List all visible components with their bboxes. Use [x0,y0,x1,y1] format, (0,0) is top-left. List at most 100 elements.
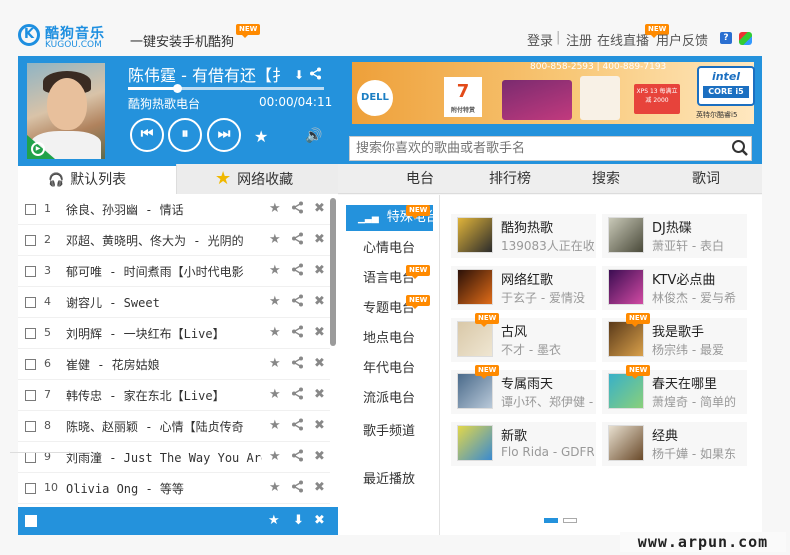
radio-title[interactable]: 网络红歌 [501,269,594,288]
radio-thumbnail[interactable] [457,425,493,461]
radio-card[interactable]: 酷狗热歌 139083人正在收听 [451,214,596,258]
radio-thumbnail[interactable] [608,373,644,409]
delete-icon[interactable]: ✖ [314,325,325,340]
row-checkbox[interactable] [25,328,36,339]
download-all-icon[interactable]: ⬇ [293,513,304,528]
side-region[interactable]: 地点电台 [338,325,440,353]
radio-title[interactable]: 新歌 [501,425,594,444]
share-icon[interactable] [291,418,304,435]
row-checkbox[interactable] [25,297,36,308]
search-icon[interactable] [731,139,749,157]
share-icon[interactable] [291,201,304,218]
search-input[interactable] [349,136,752,161]
favorite-star-icon[interactable]: ★ [254,127,268,146]
radio-thumbnail[interactable] [457,321,493,357]
radio-card[interactable]: 网络红歌 于玄子 - 爱情没 [451,266,596,310]
row-checkbox[interactable] [25,421,36,432]
row-checkbox[interactable] [25,483,36,494]
radio-thumbnail[interactable] [608,425,644,461]
radio-card[interactable]: 我是歌手 杨宗纬 - 最爱 NEW [602,313,747,362]
radio-title[interactable]: 专属雨天 [501,373,594,392]
nav-charts[interactable]: 排行榜 [489,164,531,194]
side-genre[interactable]: 流派电台 [338,385,440,413]
side-singer[interactable]: 歌手频道 [338,418,440,446]
side-recent[interactable]: 最近播放 [338,466,440,494]
help-icon[interactable]: ? [720,32,732,44]
share-icon[interactable] [291,387,304,404]
favorite-star-icon[interactable]: ★ [269,418,281,433]
row-checkbox[interactable] [25,266,36,277]
playlist-row[interactable]: 3 郁可唯 - 时间煮雨【小时代电影 ★ ✖ [18,256,330,287]
nav-radio[interactable]: 电台 [406,164,434,194]
radio-card[interactable]: 古风 不才 - 墨衣 NEW [451,313,596,362]
share-icon[interactable] [291,232,304,249]
favorite-star-icon[interactable]: ★ [269,480,281,495]
progress-knob[interactable] [173,84,182,93]
share-icon[interactable] [291,294,304,311]
favorite-star-icon[interactable]: ★ [269,263,281,278]
row-checkbox[interactable] [25,204,36,215]
favorite-star-icon[interactable]: ★ [269,449,281,464]
favorite-star-icon[interactable]: ★ [269,294,281,309]
share-icon[interactable] [291,356,304,373]
radio-thumbnail[interactable] [457,373,493,409]
favorite-star-icon[interactable]: ★ [269,201,281,216]
radio-thumbnail[interactable] [608,217,644,253]
playlist-row[interactable]: 6 崔健 - 花房姑娘 ★ ✖ [18,349,330,380]
login-link[interactable]: 登录 [527,30,553,49]
song-name[interactable]: 徐良、孙羽幽 - 情话 [66,201,262,218]
delete-icon[interactable]: ✖ [314,201,325,216]
radio-thumbnail[interactable] [457,269,493,305]
favorite-star-icon[interactable]: ★ [269,232,281,247]
radio-card[interactable]: 专属雨天 谭小环、郑伊健 - NEW [451,365,596,414]
radio-thumbnail[interactable] [608,321,644,357]
row-checkbox[interactable] [25,359,36,370]
side-era[interactable]: 年代电台 [338,355,440,383]
row-checkbox[interactable] [25,452,36,463]
radio-card[interactable]: 春天在哪里 萧煌奇 - 简单的 NEW [602,365,747,414]
skin-icon[interactable] [739,32,752,45]
favorite-star-icon[interactable]: ★ [269,356,281,371]
song-name[interactable]: 郁可唯 - 时间煮雨【小时代电影 [66,263,262,280]
side-mood[interactable]: 心情电台 [338,235,440,263]
playlist-row[interactable]: 9 刘雨潼 - Just The Way You Are ★ ✖ [18,442,330,473]
pause-button[interactable]: ⏸ [168,118,202,152]
radio-card[interactable]: 新歌 Flo Rida - GDFR [451,422,596,466]
song-name[interactable]: 谢容儿 - Sweet [66,294,262,311]
radio-title[interactable]: 春天在哪里 [652,373,745,392]
kugou-logo-icon[interactable]: K [18,24,40,46]
song-name[interactable]: 崔健 - 花房姑娘 [66,356,262,373]
radio-title[interactable]: 经典 [652,425,745,444]
playlist-row[interactable]: 10 Olivia Ong - 等等 ★ ✖ [18,473,330,504]
select-all-checkbox[interactable] [25,515,37,527]
playlist-row[interactable]: 2 邓超、黄晓明、佟大为 - 光阴的 ★ ✖ [18,225,330,256]
register-link[interactable]: 注册 [566,30,592,49]
download-icon[interactable]: ⬇ [294,68,304,82]
previous-button[interactable]: ⏮ [130,118,164,152]
song-name[interactable]: 韩传忠 - 家在东北【Live】 [66,387,262,404]
album-cover[interactable]: ▶ [27,63,105,159]
favorite-star-icon[interactable]: ★ [269,387,281,402]
progress-bar[interactable] [128,84,324,93]
radio-title[interactable]: 古风 [501,321,594,340]
playlist-scrollbar[interactable] [330,198,336,346]
song-name[interactable]: Olivia Ong - 等等 [66,480,262,497]
page-dot-2[interactable] [563,518,577,523]
delete-icon[interactable]: ✖ [314,356,325,371]
playlist-row[interactable]: 8 陈晓、赵丽颖 - 心情【陆贞传奇 ★ ✖ [18,411,330,442]
song-name[interactable]: 邓超、黄晓明、佟大为 - 光阴的 [66,232,262,249]
next-button[interactable]: ⏭ [207,118,241,152]
favorite-all-icon[interactable]: ★ [268,513,280,528]
delete-icon[interactable]: ✖ [314,480,325,495]
playlist-row[interactable]: 7 韩传忠 - 家在东北【Live】 ★ ✖ [18,380,330,411]
song-name[interactable]: 陈晓、赵丽颖 - 心情【陆贞传奇 [66,418,262,435]
tab-default-list[interactable]: 🎧 默认列表 [18,164,176,194]
radio-title[interactable]: 酷狗热歌 [501,217,594,236]
radio-thumbnail[interactable] [608,269,644,305]
radio-card[interactable]: 经典 杨千嬅 - 如果东 [602,422,747,466]
delete-icon[interactable]: ✖ [314,418,325,433]
playlist-row[interactable]: 4 谢容儿 - Sweet ★ ✖ [18,287,330,318]
delete-icon[interactable]: ✖ [314,449,325,464]
radio-title[interactable]: 我是歌手 [652,321,745,340]
ad-banner[interactable]: DELL 800-858-2593 | 400-889-7193 7 附付特赏 X… [338,56,762,133]
